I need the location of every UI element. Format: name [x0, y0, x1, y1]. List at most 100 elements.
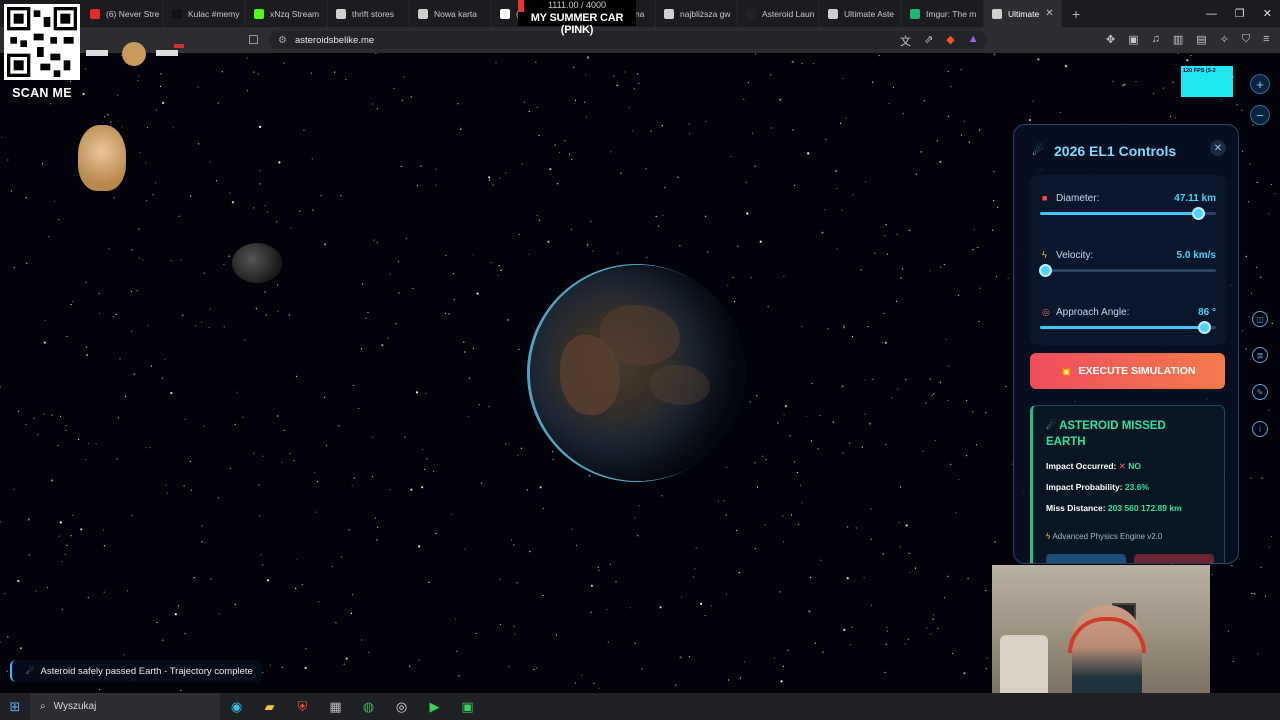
translate-icon[interactable]: 文: [900, 33, 911, 49]
tab-favicon-icon: [828, 8, 838, 19]
impact-occurred-row: Impact Occurred: ✕ NO: [1046, 461, 1141, 472]
view-icon[interactable]: ◫: [1252, 311, 1268, 327]
tab-label: Ultimate Aste: [844, 8, 895, 19]
sidebar-icon[interactable]: ▥: [1173, 33, 1183, 46]
execute-label: EXECUTE SIMULATION: [1078, 365, 1196, 377]
tab-8[interactable]: Asteroid Laun: [738, 0, 820, 27]
miss-distance-label: Miss Distance:: [1046, 503, 1106, 513]
brave-shield-icon[interactable]: ◆: [946, 33, 954, 49]
new-tab-button[interactable]: +: [1062, 6, 1090, 22]
cat-sticker: [86, 40, 186, 68]
info-icon[interactable]: i: [1252, 421, 1268, 437]
angle-slider-thumb[interactable]: [1197, 321, 1211, 334]
url-field[interactable]: ⚙ asteroidsbelike.me: [268, 31, 988, 49]
layers-icon[interactable]: ≣: [1252, 347, 1268, 363]
taskbar-search[interactable]: ⌕ Wyszukaj: [30, 693, 220, 720]
windows-start-icon[interactable]: ⊞: [0, 699, 30, 715]
file-explorer-icon[interactable]: ▰: [253, 699, 286, 715]
impact-probability-row: Impact Probability: 23.6%: [1046, 482, 1149, 492]
velocity-value: 5.0 km/s: [1176, 250, 1216, 261]
tab-label: Kulac #memy: [188, 8, 240, 19]
taskbar-search-text: Wyszukaj: [53, 701, 97, 712]
diameter-icon: ■: [1042, 193, 1048, 203]
wallet-icon[interactable]: ▤: [1196, 33, 1206, 46]
velocity-slider-thumb[interactable]: [1039, 264, 1053, 277]
angle-slider[interactable]: [1040, 321, 1216, 334]
result-action-button-2[interactable]: [1134, 554, 1214, 563]
diameter-slider[interactable]: [1040, 207, 1216, 220]
search-icon: ⌕: [40, 701, 46, 712]
hamster-sticker: [78, 125, 126, 191]
game-launcher-icon[interactable]: ▶: [418, 699, 451, 715]
tab-label: (6) Never Stre: [106, 8, 160, 19]
status-toast: ☄ Asteroid safely passed Earth - Traject…: [10, 660, 262, 682]
now-playing-counter: 1111.00 / 4000: [547, 0, 607, 10]
close-window-button[interactable]: ✕: [1263, 7, 1272, 20]
edge-icon[interactable]: ◉: [220, 699, 253, 715]
tab-favicon-icon: [172, 8, 182, 19]
vpn-icon[interactable]: ⛉: [1242, 33, 1250, 46]
diameter-slider-thumb[interactable]: [1192, 207, 1206, 220]
chat-app-icon[interactable]: ▣: [451, 699, 484, 715]
impact-occurred-label: Impact Occurred:: [1046, 461, 1117, 471]
minimize-button[interactable]: —: [1206, 8, 1217, 20]
tab-4[interactable]: Nowa karta: [410, 0, 492, 27]
velocity-slider[interactable]: [1039, 264, 1216, 277]
panel-close-button[interactable]: ✕: [1210, 140, 1226, 156]
bookmark-icon[interactable]: ☐: [248, 33, 259, 47]
maximize-button[interactable]: ❐: [1235, 7, 1245, 20]
edit-icon[interactable]: ✎: [1252, 384, 1268, 400]
browser-tab-bar: (6) Never Stre Kulac #memy xNzq Stream thri…: [0, 0, 1280, 27]
tab-0[interactable]: (6) Never Stre: [82, 0, 164, 27]
tab-2[interactable]: xNzq Stream: [246, 0, 328, 27]
tab-11[interactable]: Ultimate ✕: [984, 0, 1062, 27]
tab-favicon-icon: [90, 8, 100, 19]
result-action-button-1[interactable]: [1046, 554, 1126, 563]
execute-simulation-button[interactable]: 💥 EXECUTE SIMULATION: [1030, 353, 1225, 389]
tab-10[interactable]: Imgur: The m: [902, 0, 984, 27]
result-title: ☄ ASTEROID MISSED EARTH: [1046, 420, 1166, 448]
tab-label: Imgur: The m: [926, 8, 977, 19]
extensions-icon[interactable]: ✥: [1106, 33, 1115, 46]
tab-favicon-icon: [254, 8, 264, 19]
tab-label: Ultimate: [1008, 8, 1040, 19]
tab-label: thrift stores: [352, 8, 395, 19]
site-settings-icon[interactable]: ⚙: [278, 35, 287, 46]
tab-1[interactable]: Kulac #memy: [164, 0, 246, 27]
fps-label: 120 FPS (5-2: [1183, 68, 1216, 74]
explosion-icon: 💥: [1059, 365, 1073, 378]
obs-icon[interactable]: ◎: [385, 699, 418, 715]
leo-icon[interactable]: ✧: [1220, 33, 1229, 46]
engine-label: ϟ Advanced Physics Engine v2.0: [1046, 532, 1163, 541]
qr-caption: SCAN ME: [12, 86, 72, 100]
zoom-in-button[interactable]: +: [1250, 74, 1270, 94]
screenshot-icon[interactable]: ▣: [1128, 33, 1138, 46]
impact-occurred-value: NO: [1128, 461, 1141, 471]
brave-rewards-icon[interactable]: ▲: [968, 33, 979, 49]
close-tab-icon[interactable]: ✕: [1045, 8, 1053, 19]
tab-favicon-icon: [500, 8, 510, 19]
tab-7[interactable]: najbliższa gw: [656, 0, 738, 27]
app-icon[interactable]: ▦: [319, 699, 352, 715]
impact-probability-label: Impact Probability:: [1046, 482, 1123, 492]
controls-panel: ☄ 2026 EL1 Controls ✕ ■ Diameter: 47.11 …: [1013, 124, 1239, 564]
parameter-group: ■ Diameter: 47.11 km ϟ Velocity: 5.0 km/…: [1030, 175, 1226, 345]
now-playing-progress: [518, 0, 524, 12]
media-icon[interactable]: ♫: [1152, 33, 1160, 46]
brave-icon[interactable]: ⛨: [286, 699, 319, 715]
impact-probability-value: 23.6%: [1124, 482, 1149, 492]
comet-icon: ☄: [26, 665, 35, 677]
tab-label: Nowa karta: [434, 8, 477, 19]
share-icon[interactable]: ⇗: [924, 33, 933, 49]
tab-favicon-icon: [992, 8, 1002, 19]
zoom-out-button[interactable]: −: [1250, 105, 1270, 125]
chrome-icon[interactable]: ◍: [352, 699, 385, 715]
angle-label: Approach Angle:: [1056, 307, 1130, 318]
menu-icon[interactable]: ≡: [1263, 33, 1269, 46]
velocity-label: Velocity:: [1056, 250, 1094, 261]
tab-9[interactable]: Ultimate Aste: [820, 0, 902, 27]
taskbar: ⊞ ⌕ Wyszukaj ◉ ▰ ⛨ ▦ ◍ ◎ ▶ ▣: [0, 693, 1280, 720]
tab-3[interactable]: thrift stores: [328, 0, 410, 27]
lightning-icon: ϟ: [1042, 250, 1047, 260]
tab-favicon-icon: [664, 8, 674, 19]
